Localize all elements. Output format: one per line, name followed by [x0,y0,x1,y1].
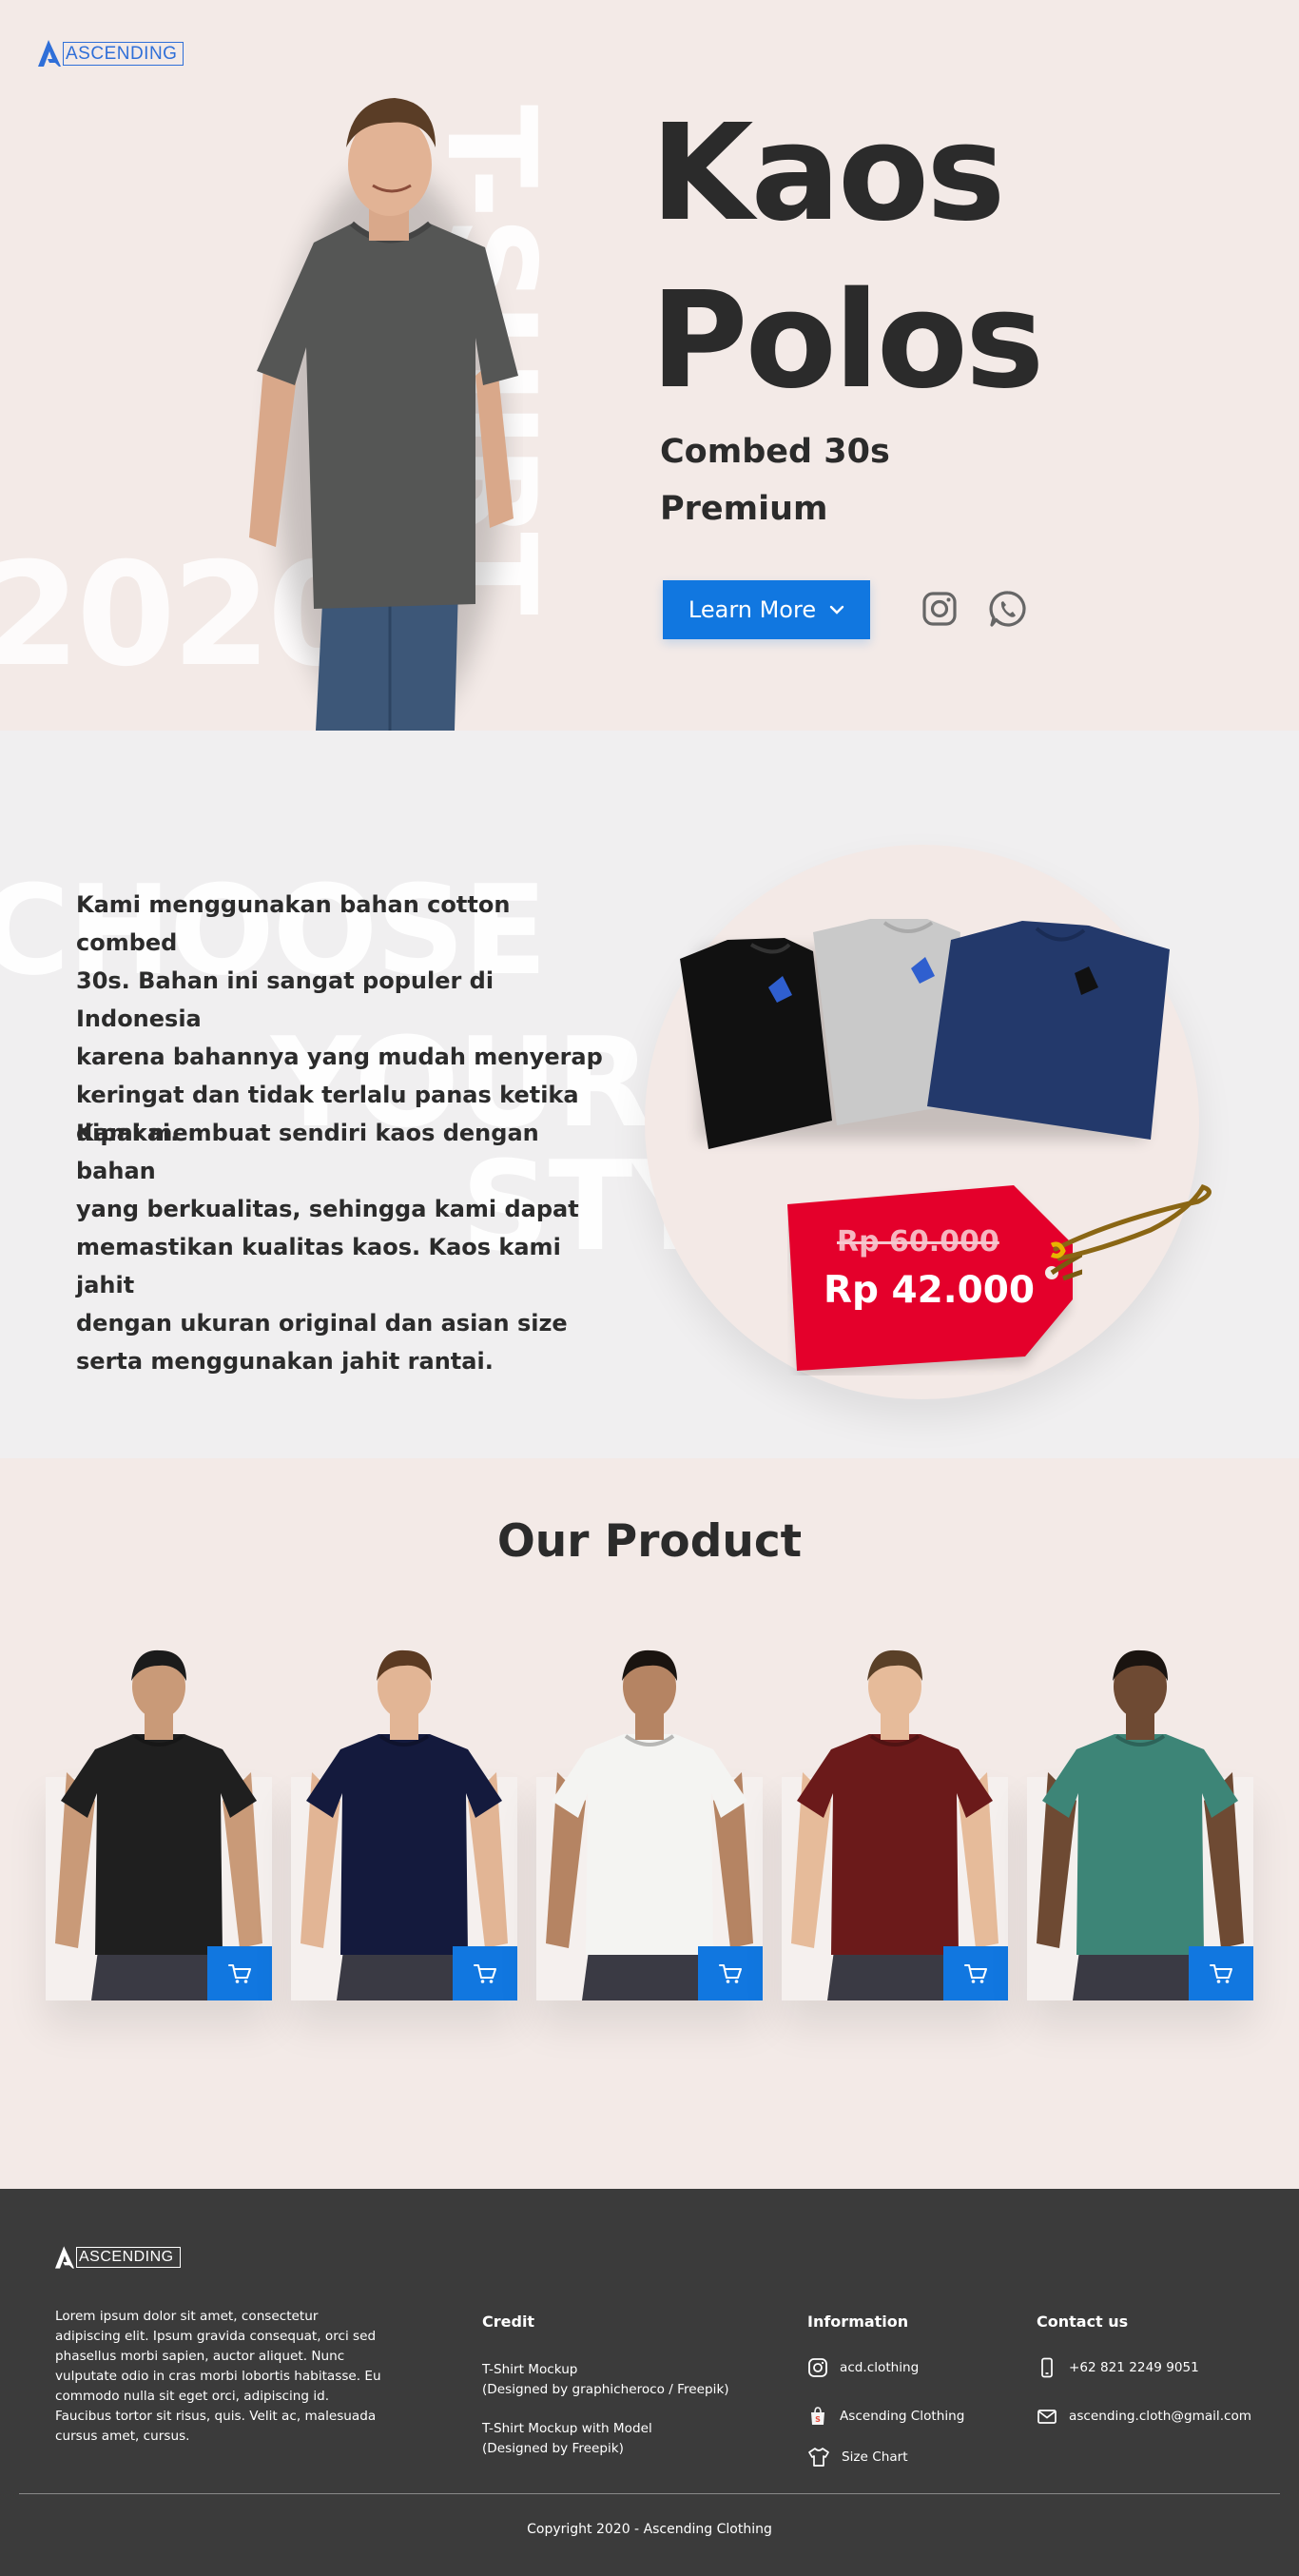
cart-icon [474,1963,496,1983]
brand-logo[interactable]: ASCENDING [38,40,184,67]
cart-icon [719,1963,742,1983]
footer-shop-link[interactable]: S Ascending Clothing [807,2406,964,2427]
about-paragraph-1: Kami menggunakan bahan cotton combed 30s… [76,891,603,1146]
footer-instagram-link[interactable]: acd.clothing [807,2357,919,2378]
footer-contact-heading: Contact us [1037,2313,1129,2331]
product-card[interactable] [1027,1649,1253,2000]
price-new: Rp 42.000 [824,1269,1036,1312]
product-card[interactable] [291,1649,517,2000]
add-to-cart-button[interactable] [1189,1946,1253,2000]
product-card[interactable] [536,1649,763,2000]
price-tag-string [1050,1183,1212,1261]
shopping-bag-icon: S [811,2407,824,2425]
hero-subtitle: Combed 30s Premium [660,433,890,528]
tshirt-icon [808,2448,829,2467]
footer-credit-1[interactable]: T-Shirt Mockup (Designed by graphicheroc… [482,2360,729,2400]
footer: ASCENDING Lorem ipsum dolor sit amet, co… [0,2189,1299,2576]
footer-credit-heading: Credit [482,2313,535,2331]
learn-more-button[interactable]: Learn More [663,580,870,639]
product-card[interactable] [46,1649,272,2000]
footer-divider [19,2493,1280,2494]
add-to-cart-button[interactable] [943,1946,1008,2000]
footer-phone[interactable]: +62 821 2249 9051 [1037,2357,1199,2378]
logo-mark-icon [55,2246,74,2269]
footer-information-heading: Information [807,2313,909,2331]
products-title: Our Product [496,1515,803,1568]
about-section: CHOOSE YOUR STY Kami menggunakan bahan c… [0,731,1299,1458]
chevron-down-icon [829,605,844,615]
cart-icon [1210,1963,1232,1983]
footer-credit-2[interactable]: T-Shirt Mockup with Model (Designed by F… [482,2419,652,2459]
add-to-cart-button[interactable] [453,1946,517,2000]
hero-model-image [249,98,518,731]
footer-logo[interactable]: ASCENDING [55,2246,181,2269]
footer-email[interactable]: ascending.cloth@gmail.com [1037,2406,1251,2427]
phone-icon [1041,2357,1053,2378]
cart-icon [228,1963,251,1983]
instagram-icon [808,2358,827,2377]
brand-name: ASCENDING [63,41,184,66]
footer-size-chart-link[interactable]: Size Chart [807,2447,908,2468]
footer-brand-name: ASCENDING [76,2247,181,2268]
hero-title: Kaos Polos [650,96,1044,419]
footer-about-text: Lorem ipsum dolor sit amet, consectetur … [55,2309,381,2444]
svg-text:S: S [815,2415,821,2424]
instagram-icon[interactable] [919,588,960,630]
logo-mark-icon [38,40,61,67]
price-old: Rp 60.000 [837,1225,999,1259]
add-to-cart-button[interactable] [207,1946,272,2000]
whatsapp-icon[interactable] [987,588,1029,630]
product-card[interactable] [782,1649,1008,2000]
hero-section: ASCENDING 2020 T-SHIRT Kaos Polos Combed… [0,0,1299,731]
about-paragraph-2: Kami membuat sendiri kaos dengan bahan y… [76,1120,579,1375]
add-to-cart-button[interactable] [698,1946,763,2000]
cart-icon [964,1963,987,1983]
folded-shirts-image [680,919,1170,1149]
footer-copyright: Copyright 2020 - Ascending Clothing [527,2522,772,2537]
learn-more-label: Learn More [688,596,817,623]
products-section: Our Product [0,1458,1299,2189]
mail-icon [1037,2410,1057,2424]
